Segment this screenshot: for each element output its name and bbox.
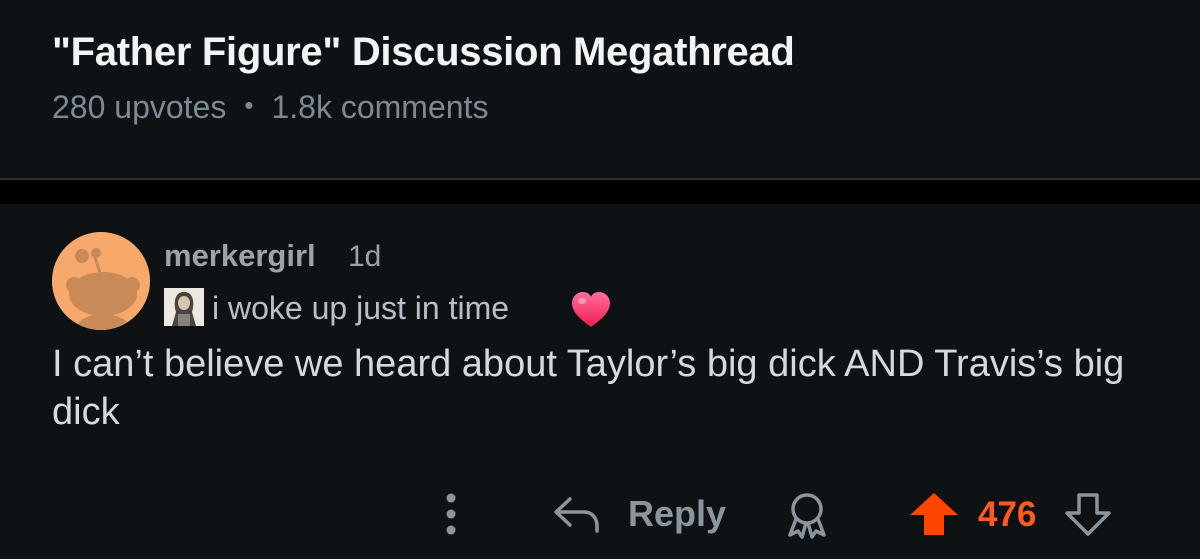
meta-separator: •	[244, 90, 254, 120]
comment-body: I can’t believe we heard about Taylor’s …	[52, 343, 1125, 433]
comment-actions: Reply 476	[0, 489, 1200, 539]
post-title[interactable]: "Father Figure" Discussion Megathread	[52, 30, 795, 75]
downvote-arrow-icon[interactable]	[1064, 491, 1112, 537]
vote-count: 476	[978, 495, 1037, 534]
snoo-avatar-icon	[52, 232, 150, 330]
upvote-arrow-icon[interactable]	[908, 491, 960, 537]
reply-arrow-icon[interactable]	[552, 493, 602, 535]
more-vertical-icon[interactable]	[440, 489, 462, 539]
upvote-count: 280 upvotes	[52, 89, 227, 125]
comment-username[interactable]: merkergirl	[164, 238, 316, 274]
reply-button[interactable]: Reply	[628, 493, 726, 535]
post-meta: 280 upvotes • 1.8k comments	[52, 89, 488, 126]
heart-icon	[572, 292, 610, 327]
comment-count[interactable]: 1.8k comments	[271, 89, 488, 125]
avatar[interactable]	[52, 232, 150, 330]
flair-image	[164, 288, 204, 326]
post-header: "Father Figure" Discussion Megathread 28…	[0, 0, 1200, 178]
flair-portrait-icon	[164, 288, 204, 326]
award-icon[interactable]	[782, 491, 832, 539]
comment-timestamp: 1d	[348, 240, 382, 273]
comment: merkergirl 1d i woke up just in time I c…	[0, 204, 1200, 559]
section-divider	[0, 178, 1200, 204]
flair-text: i woke up just in time	[212, 290, 510, 326]
